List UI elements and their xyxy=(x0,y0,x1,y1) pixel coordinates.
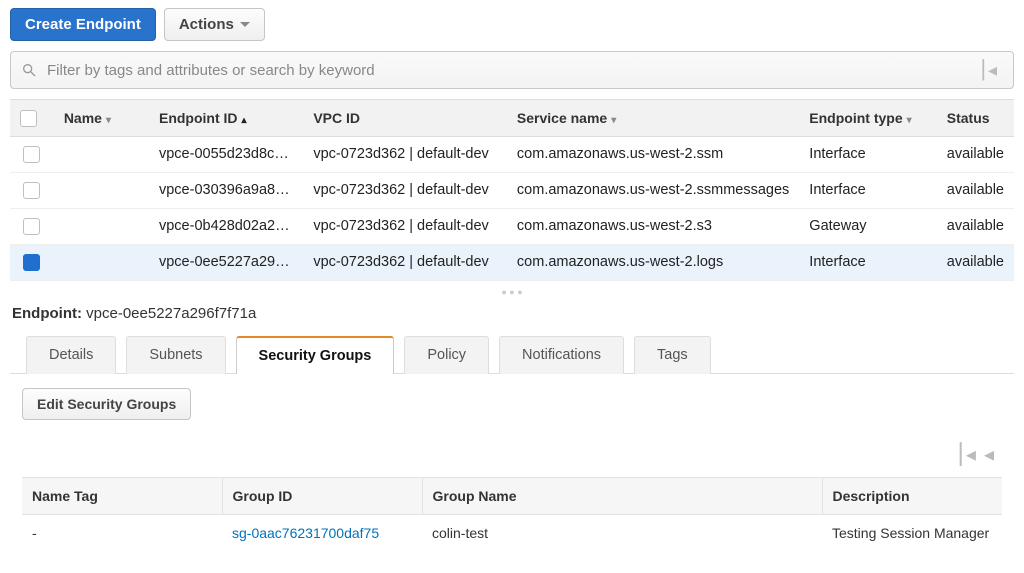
cell-name-tag: - xyxy=(22,514,222,551)
cell-endpoint-id: vpce-0055d23d8c… xyxy=(149,136,303,172)
cell-vpc-id[interactable]: vpc-0723d362 | default-dev xyxy=(303,172,507,208)
column-group-name[interactable]: Group Name xyxy=(422,477,822,514)
checkbox-icon xyxy=(20,110,37,127)
cell-name xyxy=(54,136,149,172)
column-name-tag[interactable]: Name Tag xyxy=(22,477,222,514)
cell-endpoint-id: vpce-0b428d02a2… xyxy=(149,208,303,244)
cell-endpoint-type: Interface xyxy=(799,244,936,280)
cell-name xyxy=(54,244,149,280)
sort-icon: ▾ xyxy=(907,115,912,126)
detail-value: vpce-0ee5227a296f7f71a xyxy=(86,305,256,322)
row-checkbox[interactable] xyxy=(23,218,40,235)
cell-service-name: com.amazonaws.us-west-2.ssm xyxy=(507,136,799,172)
table-header-row: Name▾ Endpoint ID▴ VPC ID Service name▾ … xyxy=(10,100,1014,137)
security-groups-panel: Edit Security Groups ⎮◂ ◂ Name Tag Group… xyxy=(10,373,1014,565)
cell-group-id[interactable]: sg-0aac76231700daf75 xyxy=(222,514,422,551)
security-groups-table: Name Tag Group ID Group Name Description… xyxy=(22,477,1002,551)
detail-header: Endpoint: vpce-0ee5227a296f7f71a xyxy=(10,299,1014,336)
detail-label: Endpoint: xyxy=(12,305,82,322)
go-first-page-icon[interactable]: ⎮◂ xyxy=(973,60,1003,81)
column-vpc-id[interactable]: VPC ID xyxy=(303,100,507,137)
sg-pager: ⎮◂ ◂ xyxy=(22,438,1002,477)
cell-endpoint-type: Interface xyxy=(799,136,936,172)
cell-status: available xyxy=(937,136,1014,172)
edit-security-groups-button[interactable]: Edit Security Groups xyxy=(22,388,191,420)
resize-handle[interactable]: ● ● ● xyxy=(10,285,1014,299)
search-bar: ⎮◂ xyxy=(10,51,1014,89)
chevron-down-icon xyxy=(240,22,250,27)
column-name[interactable]: Name▾ xyxy=(54,100,149,137)
sort-icon: ▾ xyxy=(106,115,111,126)
table-header-row: Name Tag Group ID Group Name Description xyxy=(22,477,1002,514)
cell-endpoint-type: Gateway xyxy=(799,208,936,244)
search-input[interactable] xyxy=(45,61,965,80)
cell-status: available xyxy=(937,172,1014,208)
cell-service-name: com.amazonaws.us-west-2.s3 xyxy=(507,208,799,244)
cell-group-name: colin-test xyxy=(422,514,822,551)
sort-asc-icon: ▴ xyxy=(242,115,247,126)
cell-service-name: com.amazonaws.us-west-2.logs xyxy=(507,244,799,280)
cell-endpoint-type: Interface xyxy=(799,172,936,208)
column-description[interactable]: Description xyxy=(822,477,1002,514)
row-checkbox[interactable] xyxy=(23,182,40,199)
detail-tabs: Details Subnets Security Groups Policy N… xyxy=(10,336,1014,374)
actions-button[interactable]: Actions xyxy=(164,8,265,41)
table-row[interactable]: vpce-0b428d02a2…vpc-0723d362 | default-d… xyxy=(10,208,1014,244)
tab-security-groups[interactable]: Security Groups xyxy=(236,336,395,374)
top-toolbar: Create Endpoint Actions xyxy=(10,8,1014,41)
cell-description: Testing Session Manager xyxy=(822,514,1002,551)
actions-label: Actions xyxy=(179,16,234,33)
row-checkbox[interactable] xyxy=(23,254,40,271)
cell-endpoint-id: vpce-030396a9a8… xyxy=(149,172,303,208)
cell-name xyxy=(54,208,149,244)
cell-endpoint-id: vpce-0ee5227a29… xyxy=(149,244,303,280)
sort-icon: ▾ xyxy=(611,115,616,126)
tab-notifications[interactable]: Notifications xyxy=(499,336,624,374)
tab-policy[interactable]: Policy xyxy=(404,336,489,374)
column-endpoint-type[interactable]: Endpoint type▾ xyxy=(799,100,936,137)
tab-details[interactable]: Details xyxy=(26,336,116,374)
cell-vpc-id[interactable]: vpc-0723d362 | default-dev xyxy=(303,208,507,244)
cell-service-name: com.amazonaws.us-west-2.ssmmessages xyxy=(507,172,799,208)
cell-status: available xyxy=(937,208,1014,244)
tab-tags[interactable]: Tags xyxy=(634,336,711,374)
column-endpoint-id[interactable]: Endpoint ID▴ xyxy=(149,100,303,137)
row-checkbox[interactable] xyxy=(23,146,40,163)
create-endpoint-label: Create Endpoint xyxy=(25,16,141,33)
cell-name xyxy=(54,172,149,208)
column-select-all[interactable] xyxy=(10,100,54,137)
search-icon xyxy=(21,62,37,78)
cell-status: available xyxy=(937,244,1014,280)
endpoints-table: Name▾ Endpoint ID▴ VPC ID Service name▾ … xyxy=(10,99,1014,281)
go-prev-page-icon[interactable]: ◂ xyxy=(984,442,994,467)
go-first-page-icon[interactable]: ⎮◂ xyxy=(955,442,975,467)
table-row[interactable]: vpce-030396a9a8…vpc-0723d362 | default-d… xyxy=(10,172,1014,208)
column-status[interactable]: Status xyxy=(937,100,1014,137)
cell-vpc-id[interactable]: vpc-0723d362 | default-dev xyxy=(303,136,507,172)
table-row[interactable]: -sg-0aac76231700daf75colin-testTesting S… xyxy=(22,514,1002,551)
table-row[interactable]: vpce-0ee5227a29…vpc-0723d362 | default-d… xyxy=(10,244,1014,280)
table-row[interactable]: vpce-0055d23d8c…vpc-0723d362 | default-d… xyxy=(10,136,1014,172)
cell-vpc-id[interactable]: vpc-0723d362 | default-dev xyxy=(303,244,507,280)
tab-subnets[interactable]: Subnets xyxy=(126,336,225,374)
column-group-id[interactable]: Group ID xyxy=(222,477,422,514)
create-endpoint-button[interactable]: Create Endpoint xyxy=(10,8,156,41)
column-service-name[interactable]: Service name▾ xyxy=(507,100,799,137)
